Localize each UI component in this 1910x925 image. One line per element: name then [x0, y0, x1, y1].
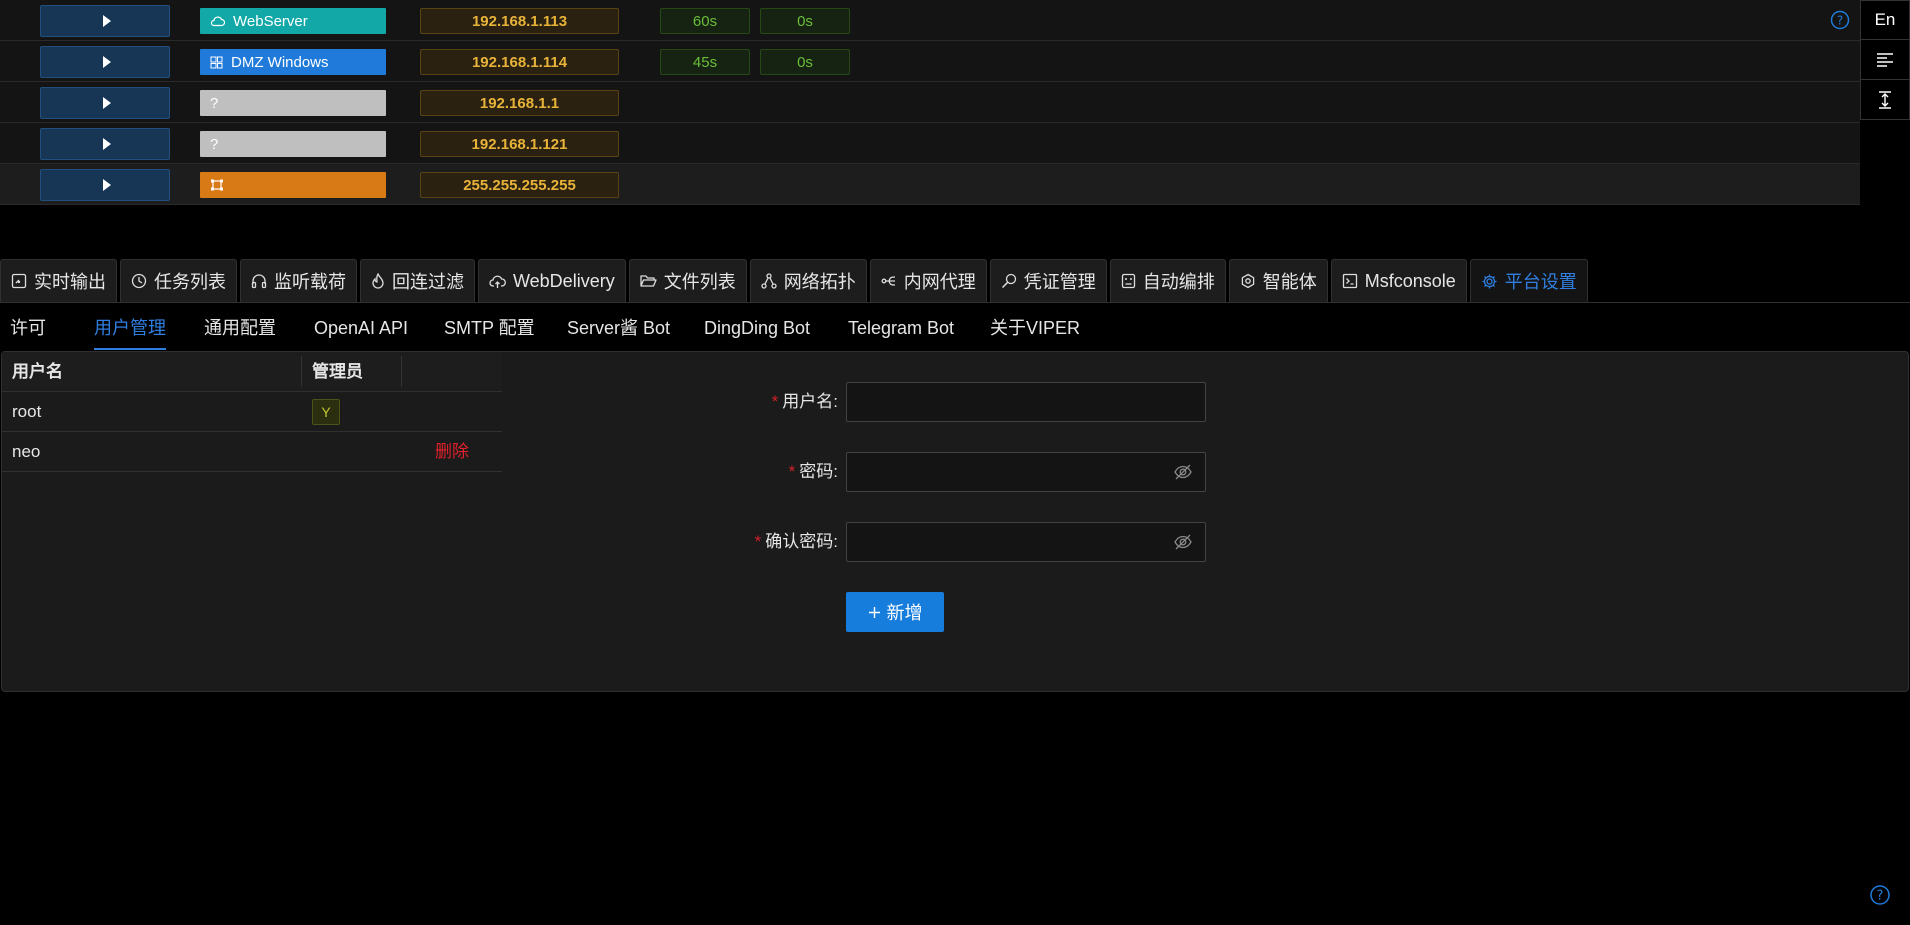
play-icon [102, 179, 111, 191]
tab-network-topology[interactable]: 网络拓扑 [749, 259, 867, 302]
flame-icon [372, 273, 384, 289]
host-os-tag [200, 172, 386, 198]
right-toolbar: En [1860, 0, 1910, 120]
proxy-icon [881, 276, 895, 286]
password-form-item: * 密码: [0, 452, 838, 492]
host-row: WebServer 192.168.1.113 60s 0s [0, 0, 1860, 41]
subtab-about-viper[interactable]: 关于VIPER [990, 303, 1080, 350]
host-row: ? 192.168.1.121 [0, 123, 1860, 164]
cloud-icon [210, 16, 225, 27]
username-form-item: * 用户名: [0, 382, 838, 422]
password-input[interactable] [846, 452, 1206, 492]
subtab-telegram-bot[interactable]: Telegram Bot [848, 303, 954, 350]
tab-platform-settings[interactable]: 平台设置 [1469, 259, 1588, 302]
tab-agent[interactable]: 智能体 [1228, 259, 1328, 302]
question-icon: ? [210, 135, 219, 153]
cloud-upload-icon [489, 275, 506, 288]
subtab-user-management[interactable]: 用户管理 [94, 303, 166, 350]
play-icon [102, 15, 111, 27]
svg-text:?: ? [1837, 14, 1843, 28]
tab-realtime-output[interactable]: 实时输出 [0, 259, 117, 302]
help-icon[interactable]: ? [1830, 10, 1850, 30]
username-label: 用户名: [782, 392, 838, 411]
settings-sub-tabs: 许可 用户管理 通用配置 OpenAI API SMTP 配置 Server酱 … [0, 303, 1910, 350]
host-ip: 192.168.1.113 [420, 8, 619, 34]
host-os-tag: DMZ Windows [200, 49, 386, 75]
gateway-icon [211, 179, 223, 191]
play-icon [102, 56, 111, 68]
tab-callback-filter[interactable]: 回连过滤 [360, 259, 475, 302]
host-row: ? 192.168.1.1 [0, 82, 1860, 123]
host-ip: 255.255.255.255 [420, 172, 619, 198]
svg-text:?: ? [1877, 889, 1884, 904]
host-ip: 192.168.1.114 [420, 49, 619, 75]
host-action-button[interactable] [40, 5, 170, 37]
vertical-align-icon[interactable] [1860, 80, 1910, 120]
dashboard-icon [11, 273, 27, 289]
eye-invisible-icon[interactable] [1173, 532, 1193, 552]
subtab-smtp-config[interactable]: SMTP 配置 [444, 303, 535, 350]
host-action-button[interactable] [40, 46, 170, 78]
host-last-seen: 0s [760, 49, 850, 75]
host-row: 255.255.255.255 [0, 164, 1860, 205]
eye-invisible-icon[interactable] [1173, 462, 1193, 482]
password-label: 密码: [799, 462, 838, 481]
host-table: WebServer 192.168.1.113 60s 0s DMZ Windo… [0, 0, 1860, 205]
confirm-password-input[interactable] [846, 522, 1206, 562]
topology-icon [761, 273, 777, 289]
robot-icon [1121, 273, 1135, 289]
question-icon: ? [210, 94, 219, 112]
headphones-icon [251, 274, 267, 289]
add-user-button[interactable]: 新增 [846, 592, 944, 632]
host-last-seen: 0s [760, 8, 850, 34]
host-row: DMZ Windows 192.168.1.114 45s 0s [0, 41, 1860, 82]
host-heartbeat: 45s [660, 49, 750, 75]
search-key-icon [1001, 273, 1016, 289]
host-ip: 192.168.1.1 [420, 90, 619, 116]
host-ip: 192.168.1.121 [420, 131, 619, 157]
align-left-icon[interactable] [1860, 40, 1910, 80]
host-action-button[interactable] [40, 169, 170, 201]
confirm-password-form-item: * 确认密码: [0, 522, 838, 562]
help-icon[interactable]: ? [1869, 884, 1891, 906]
host-action-button[interactable] [40, 128, 170, 160]
tab-auto-orchestration[interactable]: 自动编排 [1109, 259, 1226, 302]
add-user-label: 新增 [886, 603, 923, 623]
subtab-serverchan-bot[interactable]: Server酱 Bot [567, 303, 670, 350]
tab-intranet-proxy[interactable]: 内网代理 [869, 259, 987, 302]
agent-icon [1241, 273, 1254, 289]
subtab-license[interactable]: 许可 [10, 303, 46, 350]
tab-webdelivery[interactable]: WebDelivery [478, 259, 626, 302]
windows-icon [210, 56, 223, 68]
tab-credential-management[interactable]: 凭证管理 [989, 259, 1107, 302]
main-tabs: 实时输出 任务列表 监听载荷 回连过滤 WebDelivery 文件列表 网络拓… [0, 259, 1591, 302]
host-os-label: WebServer [233, 12, 308, 30]
host-action-button[interactable] [40, 87, 170, 119]
host-heartbeat: 60s [660, 8, 750, 34]
clock-icon [131, 273, 147, 289]
gear-icon [1482, 274, 1497, 288]
host-os-tag: ? [200, 131, 386, 157]
confirm-password-label: 确认密码: [765, 532, 838, 551]
terminal-icon [1342, 273, 1357, 289]
tab-file-list[interactable]: 文件列表 [628, 259, 747, 302]
host-os-label: DMZ Windows [231, 53, 329, 71]
tab-task-list[interactable]: 任务列表 [120, 259, 237, 302]
language-toggle[interactable]: En [1860, 0, 1910, 40]
host-os-tag: ? [200, 90, 386, 116]
host-os-tag: WebServer [200, 8, 386, 34]
folder-icon [640, 275, 657, 287]
subtab-dingding-bot[interactable]: DingDing Bot [704, 303, 810, 350]
play-icon [102, 97, 111, 109]
required-mark: * [754, 532, 762, 551]
subtab-openai-api[interactable]: OpenAI API [314, 303, 408, 350]
required-mark: * [771, 392, 779, 411]
subtab-general-config[interactable]: 通用配置 [204, 303, 276, 350]
tab-msfconsole[interactable]: Msfconsole [1330, 259, 1467, 302]
play-icon [102, 138, 111, 150]
plus-icon [868, 606, 880, 618]
tab-listener-payload[interactable]: 监听载荷 [240, 259, 357, 302]
required-mark: * [788, 462, 796, 481]
username-input[interactable] [846, 382, 1206, 422]
